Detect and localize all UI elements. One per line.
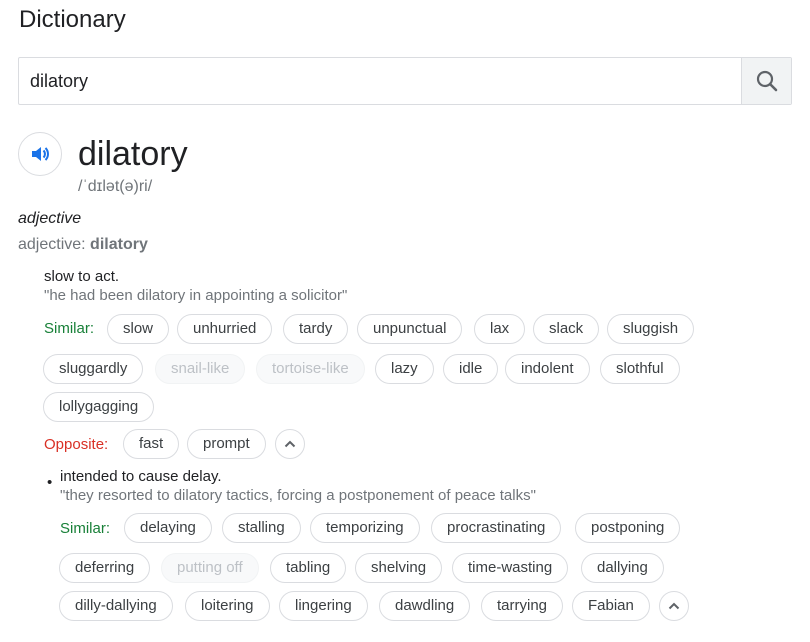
synonym-chip[interactable]: shelving (355, 553, 443, 583)
synonym-chip[interactable]: idle (443, 354, 499, 384)
synonym-chip[interactable]: Fabian (572, 591, 650, 621)
page-title: Dictionary (19, 6, 126, 33)
synonym-chip[interactable]: procrastinating (431, 513, 562, 543)
synonym-chip[interactable]: indolent (505, 354, 590, 384)
synonym-chip: putting off (161, 553, 259, 583)
search-button[interactable] (741, 58, 791, 104)
synonym-chip[interactable]: dawdling (379, 591, 471, 621)
part-of-speech-line: adjective: dilatory (18, 236, 148, 254)
example-1: "he had been dilatory in appointing a so… (44, 287, 348, 304)
opposite-label: Opposite: (44, 436, 109, 453)
synonym-chip[interactable]: dallying (581, 553, 664, 583)
synonym-chip[interactable]: slow (107, 314, 170, 344)
synonym-chip[interactable]: postponing (575, 513, 681, 543)
synonym-chip[interactable]: slothful (600, 354, 680, 384)
synonym-chip: tortoise-like (256, 354, 365, 384)
search-box (18, 57, 792, 105)
synonym-chip[interactable]: loitering (185, 591, 270, 621)
synonym-chip[interactable]: sluggardly (43, 354, 144, 384)
synonym-chip[interactable]: deferring (59, 553, 151, 583)
synonym-chip[interactable]: tarrying (481, 591, 564, 621)
collapse-button[interactable] (275, 429, 305, 459)
synonym-chip[interactable]: temporizing (310, 513, 420, 543)
synonym-chip[interactable]: stalling (222, 513, 301, 543)
similar-label-2: Similar: (60, 520, 111, 537)
search-input[interactable] (19, 58, 741, 104)
part-of-speech: adjective (18, 210, 82, 227)
example-2: "they resorted to dilatory tactics, forc… (60, 487, 536, 504)
antonym-chip[interactable]: fast (123, 429, 180, 459)
headword: dilatory (78, 135, 188, 173)
synonym-chip[interactable]: sluggish (607, 314, 695, 344)
synonym-chip: snail-like (155, 354, 246, 384)
synonym-chip[interactable]: tabling (270, 553, 347, 583)
synonym-chip[interactable]: lollygagging (43, 392, 155, 422)
synonym-chip[interactable]: time-wasting (452, 553, 569, 583)
synonym-chip[interactable]: unpunctual (357, 314, 463, 344)
synonym-chip[interactable]: lingering (279, 591, 368, 621)
synonym-chip[interactable]: lax (474, 314, 526, 344)
synonym-chip[interactable]: tardy (283, 314, 349, 344)
pronunciation-button[interactable] (18, 132, 62, 176)
pos-prefix: adjective: (18, 236, 91, 253)
synonym-chip[interactable]: dilly-dallying (59, 591, 173, 621)
pos-word: dilatory (90, 236, 148, 253)
synonym-chip[interactable]: lazy (375, 354, 434, 384)
chevron-up-icon (284, 440, 296, 448)
phonetic: /ˈdɪlət(ə)ri/ (78, 178, 153, 195)
synonym-chip[interactable]: unhurried (177, 314, 273, 344)
speaker-icon (32, 147, 49, 161)
search-icon (756, 70, 777, 92)
synonym-chip[interactable]: delaying (124, 513, 212, 543)
bullet: • (47, 474, 53, 491)
collapse-button[interactable] (659, 591, 689, 621)
similar-label-1: Similar: (44, 320, 95, 337)
definition-1: slow to act. (44, 268, 120, 285)
antonym-chip[interactable]: prompt (187, 429, 266, 459)
synonym-chip[interactable]: slack (533, 314, 600, 344)
chevron-up-icon (668, 602, 680, 610)
definition-2: intended to cause delay. (60, 468, 222, 485)
